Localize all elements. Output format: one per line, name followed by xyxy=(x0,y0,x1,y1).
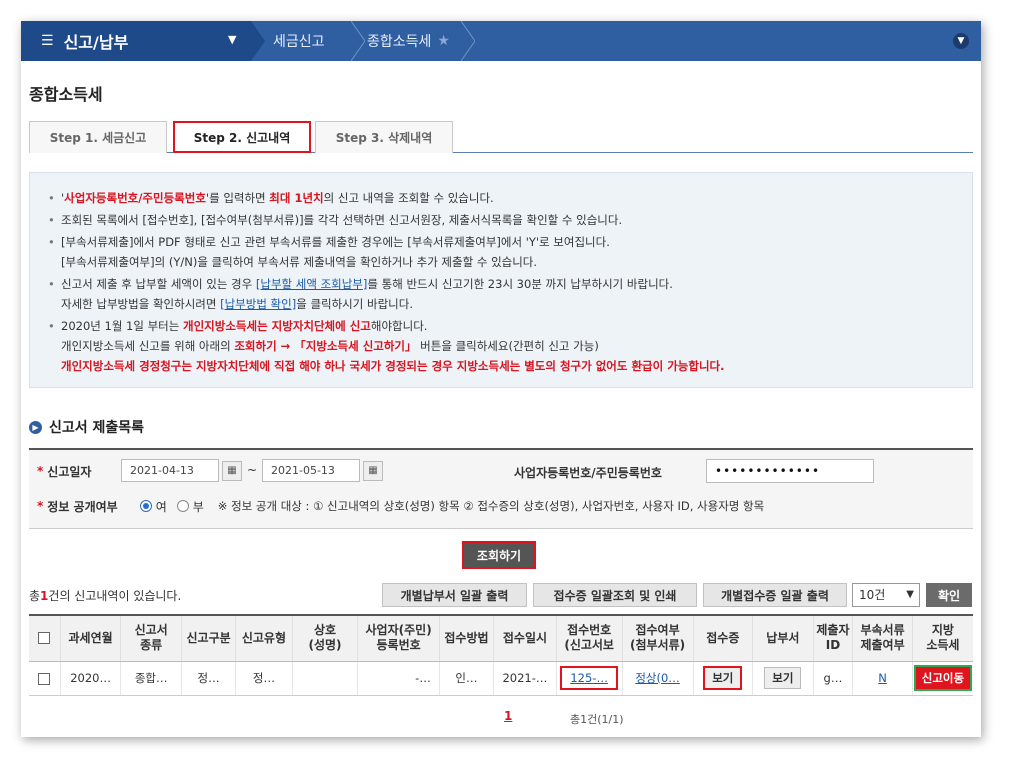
column-header: 신고서 종류 xyxy=(120,614,182,662)
column-header: 접수일시 xyxy=(493,614,557,662)
disclose-note: ※ 정보 공개 대상 : ① 신고내역의 상호(성명) 항목 ② 접수증의 상호… xyxy=(217,499,765,513)
confirm-button[interactable]: 확인 xyxy=(926,583,972,607)
page-link-current[interactable]: 1 xyxy=(504,709,512,723)
main-window: ☰ 신고/납부 ▼ 세금신고 종합소득세 ★ ▼ 종합소득세 Step 1. 세… xyxy=(21,21,981,737)
notice-item: [부속서류제출]에서 PDF 형태로 신고 관련 부속서류를 제출한 경우에는 … xyxy=(48,232,954,272)
payment-cell: 보기 xyxy=(752,661,814,696)
page-title: 종합소득세 xyxy=(29,85,103,104)
date-to-input[interactable]: 2021-05-13 xyxy=(262,459,360,482)
page-info: 총1건(1/1) xyxy=(570,713,624,726)
radio-no[interactable] xyxy=(176,500,189,512)
column-header: 접수방법 xyxy=(438,614,494,662)
tax-payment-link[interactable]: [납부할 세액 조회납부] xyxy=(256,277,368,291)
step-tabs: Step 1. 세금신고 Step 2. 신고내역 Step 3. 삭제내역 xyxy=(29,121,973,153)
required-mark: * xyxy=(37,499,44,513)
select-all-checkbox[interactable] xyxy=(38,632,51,645)
search-panel: * 신고일자 2021-04-13 ▦ ~ 2021-05-13 ▦ 사업자등록… xyxy=(29,448,973,529)
notice-item: '사업자등록번호/주민등록번호'를 입력하면 최대 1년치의 신고 내역을 조회… xyxy=(48,188,954,208)
payment-method-link[interactable]: [납부방법 확인] xyxy=(220,297,296,311)
column-header: 사업자(주민) 등록번호 xyxy=(357,614,440,662)
local-tax-move-button[interactable]: 신고이동 xyxy=(913,665,973,691)
method-cell: 인… xyxy=(438,661,494,696)
tab-step3[interactable]: Step 3. 삭제내역 xyxy=(315,121,453,153)
chevron-down-circle-icon[interactable]: ▼ xyxy=(953,33,969,49)
menu-label: 신고/납부 xyxy=(63,33,129,52)
column-header: 납부서 xyxy=(752,614,814,662)
receipt-no-link[interactable]: 125-… xyxy=(560,666,618,690)
bulk-individual-receipt-button[interactable]: 개별접수증 일괄 출력 xyxy=(703,583,847,607)
arrow-right-circle-icon: ▶ xyxy=(29,420,42,434)
disclose-row: * 정보 공개여부 여 부 ※ 정보 공개 대상 : ① 신고내역의 상호(성명… xyxy=(37,499,765,514)
row-checkbox[interactable] xyxy=(38,672,51,685)
receipt-cell: 보기 xyxy=(692,661,753,696)
section-title: ▶ 신고서 제출목록 xyxy=(29,417,144,437)
breadcrumb-separator-icon xyxy=(251,21,265,61)
attach-cell: N xyxy=(852,661,913,696)
column-header: 지방 소득세 xyxy=(911,614,973,662)
column-header: 접수여부 (첨부서류) xyxy=(621,614,694,662)
year-month-cell: 2020… xyxy=(59,661,121,696)
form-type-cell: 종합… xyxy=(120,661,182,696)
column-header: 상호 (성명) xyxy=(291,614,358,662)
tab-step2[interactable]: Step 2. 신고내역 xyxy=(173,121,311,153)
id-password-input[interactable]: ••••••••••••• xyxy=(706,459,874,483)
attach-status-link[interactable]: N xyxy=(878,671,887,685)
name-cell xyxy=(291,661,358,696)
date-row: * 신고일자 xyxy=(37,464,92,479)
notice-item: 신고서 제출 후 납부할 세액이 있는 경우 [납부할 세액 조회납부]를 통해… xyxy=(48,274,954,314)
column-header: 과세연월 xyxy=(59,614,121,662)
breadcrumb-item-income-tax[interactable]: 종합소득세 ★ xyxy=(367,21,450,61)
row-select-cell xyxy=(29,661,61,696)
notice-item: 2020년 1월 1일 부터는 개인지방소득세는 지방자치단체에 신고해야합니다… xyxy=(48,316,954,376)
chevron-down-icon: ▼ xyxy=(906,589,914,600)
table-row: 2020… 종합… 정… 정… -… 인… 2021-… 125-… 정상(0…… xyxy=(29,661,973,696)
received-at-cell: 2021-… xyxy=(493,661,557,696)
receipt-no-cell: 125-… xyxy=(555,661,623,696)
column-header: 제출자 ID xyxy=(812,614,853,662)
status-cell: 정상(0… xyxy=(621,661,694,696)
breadcrumb-separator-icon xyxy=(461,21,475,61)
calendar-icon[interactable]: ▦ xyxy=(363,461,383,481)
column-header: 접수번호 (신고서보 xyxy=(555,614,623,662)
table-header-row: 과세연월 신고서 종류 신고구분 신고유형 상호 (성명) 사업자(주민) 등록… xyxy=(29,614,973,662)
local-tax-cell: 신고이동 xyxy=(911,661,973,696)
results-table: 과세연월 신고서 종류 신고구분 신고유형 상호 (성명) 사업자(주민) 등록… xyxy=(29,614,973,696)
id-label: 사업자등록번호/주민등록번호 xyxy=(514,466,662,480)
date-from-input[interactable]: 2021-04-13 xyxy=(121,459,219,482)
filing-div-cell: 정… xyxy=(180,661,236,696)
column-header: 신고구분 xyxy=(180,614,236,662)
calendar-icon[interactable]: ▦ xyxy=(222,461,242,481)
status-link[interactable]: 정상(0… xyxy=(635,671,679,685)
result-count: 총1건의 신고내역이 있습니다. xyxy=(29,589,182,603)
top-navigation: ☰ 신고/납부 ▼ 세금신고 종합소득세 ★ ▼ xyxy=(21,21,981,61)
radio-yes[interactable] xyxy=(139,500,152,512)
view-receipt-button[interactable]: 보기 xyxy=(703,666,743,690)
menu-button[interactable]: ☰ 신고/납부 xyxy=(21,21,251,61)
chevron-down-icon[interactable]: ▼ xyxy=(228,33,236,46)
column-header: 접수증 xyxy=(692,614,753,662)
view-payment-button[interactable]: 보기 xyxy=(764,667,802,689)
select-all-cell xyxy=(29,614,61,662)
column-header: 신고유형 xyxy=(235,614,293,662)
bulk-receipt-print-button[interactable]: 접수증 일괄조회 및 인쇄 xyxy=(533,583,697,607)
filing-type-cell: 정… xyxy=(235,661,293,696)
query-button[interactable]: 조회하기 xyxy=(462,541,536,569)
submitter-cell: g… xyxy=(812,661,853,696)
notice-item: 조회된 목록에서 [접수번호], [접수여부(첨부서류)]를 각각 선택하면 신… xyxy=(48,210,954,230)
bulk-payment-print-button[interactable]: 개별납부서 일괄 출력 xyxy=(382,583,527,607)
hamburger-icon: ☰ xyxy=(41,33,54,49)
breadcrumb-item-tax-filing[interactable]: 세금신고 xyxy=(273,21,325,61)
star-icon[interactable]: ★ xyxy=(437,33,450,49)
page-size-select[interactable]: 10건 ▼ xyxy=(852,583,920,607)
reg-no-cell: -… xyxy=(357,661,440,696)
notice-box: '사업자등록번호/주민등록번호'를 입력하면 최대 1년치의 신고 내역을 조회… xyxy=(29,172,973,388)
column-header: 부속서류 제출여부 xyxy=(852,614,913,662)
tab-step1[interactable]: Step 1. 세금신고 xyxy=(29,121,167,153)
breadcrumb-separator-icon xyxy=(351,21,365,61)
required-mark: * xyxy=(37,464,44,478)
